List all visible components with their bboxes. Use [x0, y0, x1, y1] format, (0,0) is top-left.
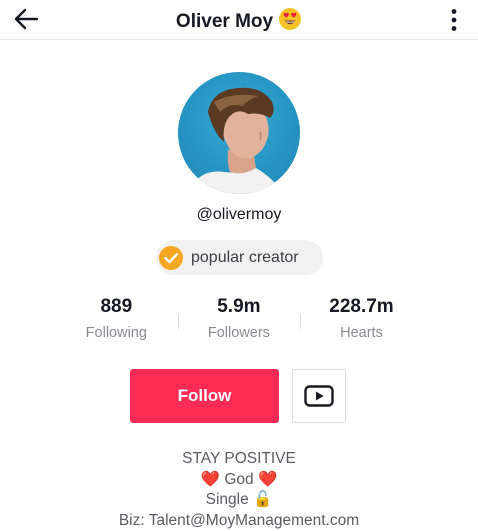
avatar-image: [178, 72, 300, 194]
page-title-text: Oliver Moy: [175, 11, 274, 32]
heart-eyes-emoji-icon: [278, 7, 302, 37]
verified-check-icon: [159, 245, 183, 270]
badge-label: popular creator: [191, 248, 299, 266]
bio-line-4: Biz: Talent@MoyManagement.com: [118, 511, 360, 529]
followers-count: 5.9m: [217, 296, 261, 317]
heart-emoji: ❤️: [200, 470, 221, 488]
bio-line-3-text: Single: [205, 491, 249, 508]
unlocked-emoji: 🔓: [253, 491, 273, 508]
hearts-label: Hearts: [340, 325, 383, 341]
followers-label: Followers: [207, 325, 270, 341]
youtube-button[interactable]: [292, 369, 346, 423]
stat-followers[interactable]: 5.9m Followers: [177, 295, 301, 347]
more-options-button[interactable]: [444, 5, 464, 35]
stat-hearts: 228.7m Hearts: [300, 295, 423, 347]
stat-following[interactable]: 889 Following: [55, 295, 178, 347]
top-bar: Oliver Moy: [0, 0, 478, 40]
follow-button[interactable]: Follow: [130, 369, 279, 423]
bio: STAY POSITIVE ❤️ God ❤️ Single 🔓 Biz: Ta…: [0, 449, 478, 531]
bio-line-2-text: God: [224, 470, 254, 488]
username: @olivermoy: [196, 206, 282, 223]
avatar[interactable]: [178, 72, 300, 194]
heart-emoji: ❤️: [257, 470, 278, 488]
youtube-icon: [304, 385, 334, 407]
more-vertical-icon: [451, 9, 457, 31]
page-title: Oliver Moy: [0, 7, 478, 37]
bio-line-3: Single 🔓: [0, 490, 478, 511]
popular-creator-badge: popular creator: [156, 240, 323, 275]
profile-stats: 889 Following 5.9m Followers 228.7m Hear…: [55, 295, 423, 347]
hearts-count: 228.7m: [329, 296, 394, 317]
following-count: 889: [100, 296, 133, 317]
bio-line-2: ❤️ God ❤️: [0, 470, 478, 491]
bio-line-1: STAY POSITIVE: [182, 450, 296, 467]
following-label: Following: [85, 325, 147, 341]
